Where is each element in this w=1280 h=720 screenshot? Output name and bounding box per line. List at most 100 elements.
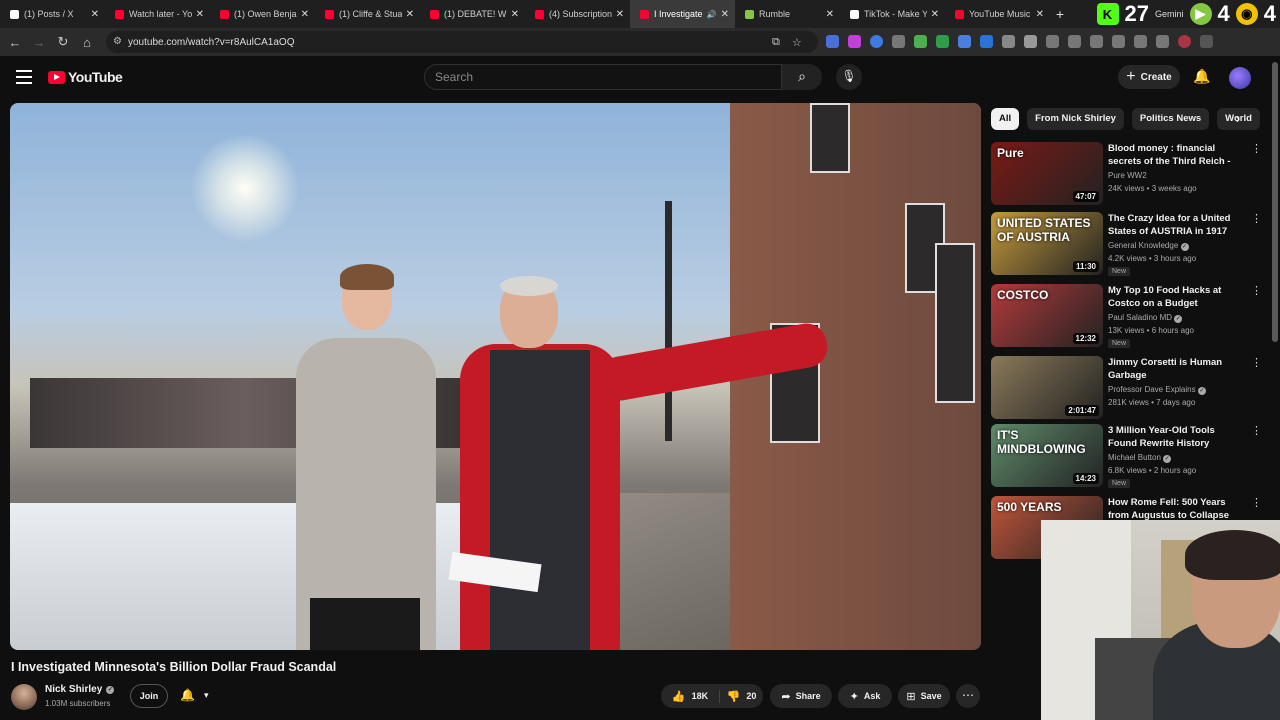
code-icon[interactable]	[1090, 35, 1103, 48]
save-button[interactable]: ⊞ Save	[898, 684, 950, 708]
channel-name[interactable]: General Knowledge ✓	[1108, 241, 1189, 251]
channel-name[interactable]: Professor Dave Explains ✓	[1108, 385, 1206, 395]
bookmark-star-icon[interactable]: ☆	[792, 36, 802, 49]
extension-icon[interactable]	[1002, 35, 1015, 48]
browser-tab[interactable]: (4) Subscription ✕	[525, 0, 630, 28]
menu-hamburger-icon[interactable]	[16, 70, 32, 88]
tab-close-icon[interactable]: ✕	[721, 9, 729, 20]
channel-avatar[interactable]	[11, 684, 37, 710]
channel-name[interactable]: Michael Button ✓	[1108, 453, 1172, 463]
browser-tab[interactable]: TikTok - Make Yo ✕	[840, 0, 945, 28]
back-icon[interactable]: ←	[3, 35, 27, 50]
recommended-video[interactable]: IT'S MINDBLOWING 14:23 3 Million Year-Old …	[991, 424, 1262, 488]
extension-icon[interactable]	[936, 35, 949, 48]
extension-icon[interactable]	[870, 35, 883, 48]
tab-close-icon[interactable]: ✕	[511, 9, 519, 20]
more-options-icon[interactable]: ⋮	[1251, 356, 1262, 369]
channel-name[interactable]: Pure WW2	[1108, 171, 1147, 180]
page-scrollbar[interactable]	[1272, 62, 1278, 342]
tab-close-icon[interactable]: ✕	[196, 9, 204, 20]
like-button[interactable]: 👍 18K	[661, 689, 720, 703]
video-title[interactable]: Blood money : financial secrets of the T…	[1108, 142, 1246, 168]
video-title[interactable]: How Rome Fell: 500 Years from Augustus t…	[1108, 496, 1246, 522]
video-thumbnail[interactable]: UNITED STATES OF AUSTRIA 11:30	[991, 212, 1103, 275]
ask-button[interactable]: ✦ Ask	[838, 684, 892, 708]
tab-close-icon[interactable]: ✕	[406, 9, 414, 20]
more-options-icon[interactable]: ⋮	[1251, 142, 1262, 155]
video-thumbnail[interactable]: IT'S MINDBLOWING 14:23	[991, 424, 1103, 487]
menu-dots-icon[interactable]	[1200, 35, 1213, 48]
kick-icon[interactable]: K	[1096, 3, 1119, 25]
tab-close-icon[interactable]: ✕	[931, 9, 939, 20]
extension-icon[interactable]	[848, 35, 861, 48]
extension-icon[interactable]	[958, 35, 971, 48]
video-title[interactable]: The Crazy Idea for a United States of AU…	[1108, 212, 1246, 238]
more-options-icon[interactable]: ⋮	[1251, 284, 1262, 297]
rumble-icon[interactable]: ▶	[1189, 3, 1212, 25]
join-button[interactable]: Join	[130, 684, 168, 708]
more-options-icon[interactable]: ⋮	[1251, 212, 1262, 225]
new-tab-icon[interactable]: +	[1050, 6, 1070, 22]
extension-icon[interactable]	[826, 35, 839, 48]
more-actions-icon[interactable]: ⋯	[956, 684, 980, 708]
create-button[interactable]: + Create	[1118, 65, 1180, 89]
tab-close-icon[interactable]: ✕	[826, 9, 834, 20]
channel-name-row[interactable]: Nick Shirley ✓	[45, 684, 115, 695]
tab-close-icon[interactable]: ✕	[301, 9, 309, 20]
tab-audio-icon[interactable]: 🔊	[707, 10, 717, 19]
sidebar-icon[interactable]	[1112, 35, 1125, 48]
browser-tab[interactable]: (1) Cliffe & Stua ✕	[315, 0, 420, 28]
extension-icon[interactable]	[1068, 35, 1081, 48]
video-thumbnail[interactable]: COSTCO 12:32	[991, 284, 1103, 347]
mask-icon[interactable]: ◉	[1235, 3, 1258, 25]
reload-icon[interactable]: ↻	[51, 34, 75, 50]
forward-icon[interactable]: →	[27, 35, 51, 50]
browser-tab[interactable]: Watch later - Yo ✕	[105, 0, 210, 28]
tab-close-icon[interactable]: ✕	[91, 9, 99, 20]
subscription-bell-icon[interactable]: 🔔	[180, 688, 195, 702]
search-button[interactable]: ⌕	[782, 64, 822, 90]
video-thumbnail[interactable]: 2:01:47	[991, 356, 1103, 419]
tab-close-icon[interactable]: ✕	[1036, 9, 1044, 20]
filter-chip[interactable]: Politics News	[1131, 108, 1210, 130]
video-player[interactable]	[10, 103, 981, 650]
video-thumbnail[interactable]: Pure 47:07	[991, 142, 1103, 205]
browser-tab[interactable]: (1) Owen Benjan ✕	[210, 0, 315, 28]
tab-close-icon[interactable]: ✕	[616, 9, 624, 20]
video-title[interactable]: My Top 10 Food Hacks at Costco on a Budg…	[1108, 284, 1246, 310]
notifications-bell-icon[interactable]: 🔔	[1193, 68, 1210, 85]
search-input[interactable]: Search	[424, 64, 782, 90]
more-options-icon[interactable]: ⋮	[1251, 424, 1262, 437]
browser-tab[interactable]: I Investigate 🔊 ✕	[630, 0, 735, 28]
extension-icon[interactable]	[980, 35, 993, 48]
filter-chip[interactable]: All	[991, 108, 1020, 130]
account-avatar[interactable]	[1229, 67, 1251, 89]
browser-tab[interactable]: (1) Posts / X ✕	[0, 0, 105, 28]
browser-tab[interactable]: (1) DEBATE! Wh ✕	[420, 0, 525, 28]
youtube-logo[interactable]: YouTube	[48, 69, 123, 85]
recommended-video[interactable]: COSTCO 12:32 My Top 10 Food Hacks at Costc…	[991, 284, 1262, 348]
share-button[interactable]: ➦ Share	[770, 684, 832, 708]
install-icon[interactable]: ⧉	[772, 36, 780, 49]
url-field[interactable]: ⚙ youtube.com/watch?v=r8AulCA1aOQ	[106, 31, 818, 53]
extension-icon[interactable]	[892, 35, 905, 48]
puzzle-icon[interactable]	[1024, 35, 1037, 48]
chevron-right-icon[interactable]: ›	[1236, 112, 1240, 126]
video-title[interactable]: 3 Million Year-Old Tools Found Rewrite H…	[1108, 424, 1246, 450]
recommended-video[interactable]: Pure 47:07 Blood money : financial secrets…	[991, 142, 1262, 206]
browser-tab[interactable]: Rumble ✕	[735, 0, 840, 28]
recommended-video[interactable]: UNITED STATES OF AUSTRIA 11:30 The Crazy I…	[991, 212, 1262, 276]
channel-name[interactable]: Nick Shirley	[45, 684, 102, 695]
extension-icon[interactable]	[914, 35, 927, 48]
voice-search-button[interactable]: 🎙	[836, 64, 862, 90]
browser-tab[interactable]: YouTube Music ✕	[945, 0, 1050, 28]
home-icon[interactable]: ⌂	[75, 35, 99, 50]
filter-chip[interactable]: From Nick Shirley	[1027, 108, 1124, 130]
profile-icon[interactable]	[1178, 35, 1191, 48]
recommended-video[interactable]: 2:01:47 Jimmy Corsetti is Human Garbage Pr…	[991, 356, 1262, 420]
media-icon[interactable]	[1156, 35, 1169, 48]
more-options-icon[interactable]: ⋮	[1251, 496, 1262, 509]
channel-name[interactable]: Paul Saladino MD ✓	[1108, 313, 1183, 323]
history-icon[interactable]	[1046, 35, 1059, 48]
site-info-icon[interactable]: ⚙	[113, 36, 122, 47]
